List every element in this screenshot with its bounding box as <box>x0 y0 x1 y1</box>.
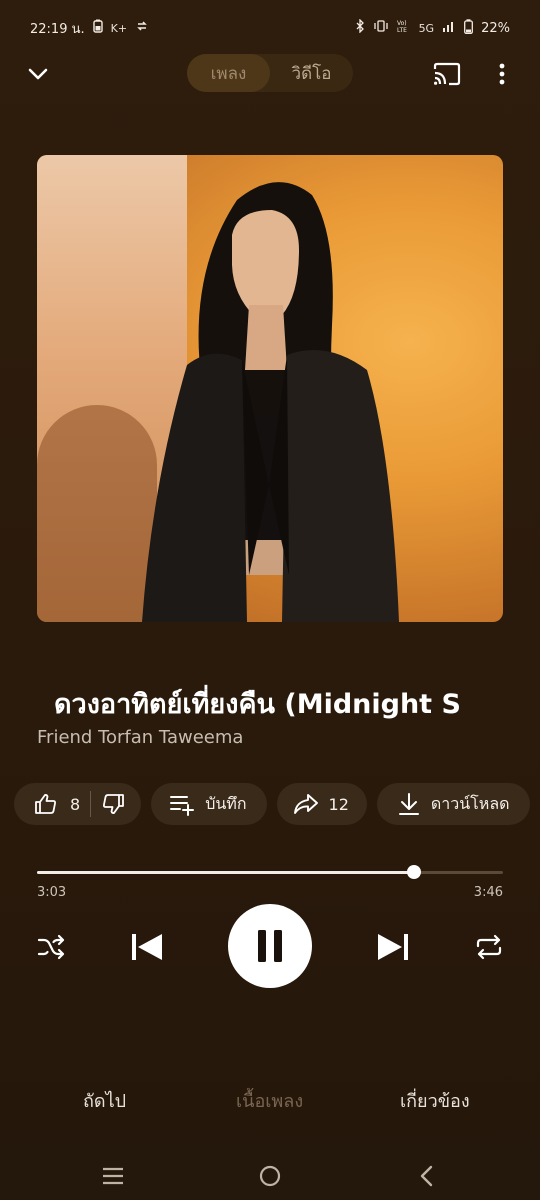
bluetooth-icon <box>355 18 365 37</box>
seek-bar-thumb[interactable] <box>407 865 422 879</box>
status-left: 22:19 น. K+ <box>30 18 149 39</box>
media-type-toggle: เพลง วิดีโอ <box>187 54 353 92</box>
repeat-icon <box>476 934 502 960</box>
cast-icon <box>433 62 461 86</box>
song-title: ดวงอาทิตย์เที่ยงคืน (Midnight S <box>54 689 461 720</box>
svg-text:LTE: LTE <box>397 27 407 33</box>
more-vertical-icon <box>499 63 505 85</box>
tab-lyrics[interactable]: เนื้อเพลง <box>236 1086 303 1115</box>
tab-song[interactable]: เพลง <box>187 54 270 92</box>
download-button[interactable]: ดาวน์โหลด <box>376 783 530 825</box>
volte-icon: Vo) LTE <box>397 19 411 37</box>
status-right: Vo) LTE 5G 22% <box>355 18 510 38</box>
svg-text:Vo): Vo) <box>397 20 407 27</box>
share-count: 12 <box>328 794 349 814</box>
top-bar: เพลง วิดีโอ <box>0 52 540 96</box>
previous-button[interactable] <box>128 928 166 966</box>
share-button[interactable]: 12 <box>276 783 367 825</box>
skip-previous-icon <box>132 934 162 960</box>
bottom-tabs: ถัดไป เนื้อเพลง เกี่ยวข้อง <box>0 1086 540 1120</box>
battery-saver-icon <box>92 19 103 37</box>
pause-button[interactable] <box>228 904 312 988</box>
download-icon <box>398 793 419 815</box>
skip-next-icon <box>378 934 408 960</box>
vibrate-icon <box>373 19 389 37</box>
pill-divider <box>90 791 92 817</box>
like-count: 8 <box>70 794 81 814</box>
signal-icon <box>442 19 456 37</box>
status-bar: 22:19 น. K+ Vo) LTE 5G 22% <box>0 0 540 56</box>
more-options-button[interactable] <box>492 60 512 88</box>
tab-up-next[interactable]: ถัดไป <box>83 1086 126 1115</box>
pause-icon <box>258 930 282 962</box>
share-icon <box>293 794 318 814</box>
system-nav-bar <box>0 1158 540 1194</box>
repeat-button[interactable] <box>472 930 506 964</box>
next-button[interactable] <box>374 928 412 966</box>
status-time: 22:19 น. <box>30 21 85 37</box>
shuffle-icon <box>37 934 65 960</box>
like-dislike-pill: 8 <box>14 783 142 825</box>
network-type: 5G <box>418 21 435 35</box>
collapse-button[interactable] <box>24 60 52 88</box>
tab-video[interactable]: วิดีโอ <box>270 54 353 92</box>
back-icon[interactable] <box>418 1165 434 1187</box>
dislike-button[interactable] <box>101 792 125 816</box>
elapsed-time: 3:03 <box>37 885 67 900</box>
battery-percent: 22% <box>481 20 510 36</box>
cast-button[interactable] <box>432 60 462 88</box>
thumbs-up-icon <box>35 794 56 814</box>
recent-apps-icon[interactable] <box>102 1166 124 1186</box>
sync-icon <box>135 19 149 37</box>
seek-bar[interactable] <box>37 865 503 879</box>
home-icon[interactable] <box>258 1164 282 1188</box>
artwork-portrait <box>142 182 399 622</box>
playback-controls <box>0 900 540 992</box>
album-artwork <box>37 155 503 622</box>
tab-related[interactable]: เกี่ยวข้อง <box>400 1086 470 1115</box>
seek-bar-progress <box>37 871 415 874</box>
shuffle-button[interactable] <box>34 930 68 964</box>
action-bar: 8 บันทึก 12 ดาวน์โหลด <box>14 783 530 825</box>
playlist-add-icon <box>170 796 195 816</box>
save-button[interactable]: บันทึก <box>151 783 267 825</box>
download-label: ดาวน์โหลด <box>430 793 510 813</box>
like-button[interactable]: 8 <box>34 792 80 816</box>
total-duration: 3:46 <box>473 885 503 900</box>
battery-icon <box>464 18 474 38</box>
thumbs-down-icon <box>103 794 125 814</box>
save-label: บันทึก <box>205 793 247 813</box>
artist-name[interactable]: Friend Torfan Taweema <box>37 727 243 748</box>
status-extra-label: K+ <box>110 21 128 35</box>
chevron-down-icon <box>28 68 48 80</box>
